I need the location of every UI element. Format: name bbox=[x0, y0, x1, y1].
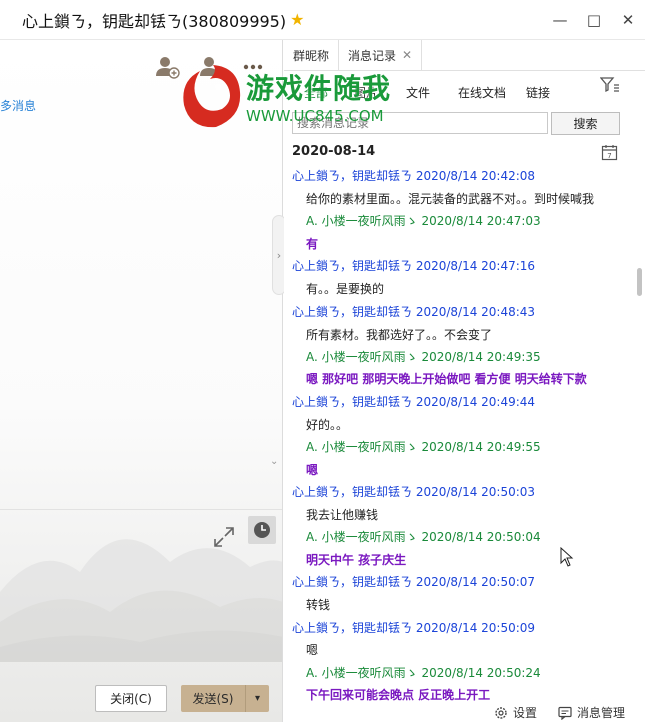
watermark-logo: 游戏件随我 WWW.UC845.COM bbox=[178, 57, 418, 147]
window-controls: — □ ✕ bbox=[543, 0, 645, 40]
minimize-button[interactable]: — bbox=[543, 0, 577, 40]
expand-icon[interactable] bbox=[211, 524, 237, 550]
message-body: 我去让他赚钱 bbox=[306, 508, 379, 522]
collapse-chevron-icon[interactable]: ⌄ bbox=[270, 456, 278, 467]
bottom-toolbar: 设置 消息管理 bbox=[284, 700, 645, 722]
mouse-cursor-icon bbox=[560, 547, 574, 567]
star-icon[interactable]: ★ bbox=[290, 10, 304, 29]
message-sender: 心上鎖ㄋ，钥匙却铥ㄋ 2020/8/14 20:50:07 bbox=[292, 575, 536, 589]
message-sender: A. 小楼一夜听风雨ゝ 2020/8/14 20:47:03 bbox=[306, 214, 541, 228]
message-sender: A. 小楼一夜听风雨ゝ 2020/8/14 20:49:35 bbox=[306, 350, 541, 364]
message-sender: 心上鎖ㄋ，钥匙却铥ㄋ 2020/8/14 20:47:16 bbox=[292, 259, 536, 273]
message-sender: A. 小楼一夜听风雨ゝ 2020/8/14 20:50:24 bbox=[306, 666, 541, 680]
chat-bubble-icon bbox=[558, 706, 572, 720]
maximize-button[interactable]: □ bbox=[577, 0, 611, 40]
message-body: 有 bbox=[306, 237, 319, 251]
send-button[interactable]: 发送(S) ▾ bbox=[181, 685, 269, 712]
dragon-logo-icon bbox=[183, 65, 241, 128]
message-body: 给你的素材里面。。混元装备的武器不对。。到时候喊我 bbox=[306, 192, 595, 206]
message-body: 明天中午 孩子庆生 bbox=[306, 553, 407, 567]
close-window-button[interactable]: ✕ bbox=[611, 0, 645, 40]
message-sender: 心上鎖ㄋ，钥匙却铥ㄋ 2020/8/14 20:49:44 bbox=[292, 395, 536, 409]
mountain-background bbox=[0, 539, 282, 662]
history-clock-icon[interactable] bbox=[248, 516, 276, 544]
message-sender: 心上鎖ㄋ，钥匙却铥ㄋ 2020/8/14 20:42:08 bbox=[292, 169, 536, 183]
add-member-icon[interactable] bbox=[154, 54, 180, 80]
settings-button[interactable]: 设置 bbox=[494, 704, 537, 721]
message-manager-label: 消息管理 bbox=[577, 706, 626, 720]
message-body: 嗯 bbox=[306, 643, 319, 657]
close-button[interactable]: 关闭(C) bbox=[95, 685, 167, 712]
more-messages-link[interactable]: 多消息 bbox=[0, 97, 36, 114]
message-sender: A. 小楼一夜听风雨ゝ 2020/8/14 20:49:55 bbox=[306, 440, 541, 454]
message-sender: A. 小楼一夜听风雨ゝ 2020/8/14 20:50:04 bbox=[306, 530, 541, 544]
watermark-url: WWW.UC845.COM bbox=[246, 107, 384, 125]
title-bar: 心上鎖ㄋ，钥匙却铥ㄋ(380809995) ★ — □ ✕ bbox=[0, 0, 645, 40]
gear-icon bbox=[495, 706, 507, 719]
window-title: 心上鎖ㄋ，钥匙却铥ㄋ(380809995) bbox=[22, 11, 287, 31]
message-sender: 心上鎖ㄋ，钥匙却铥ㄋ 2020/8/14 20:50:09 bbox=[292, 621, 536, 635]
message-sender: 心上鎖ㄋ，钥匙却铥ㄋ 2020/8/14 20:50:03 bbox=[292, 485, 536, 499]
scrollbar-thumb[interactable] bbox=[637, 268, 642, 296]
message-body: 所有素材。我都选好了。。不会变了 bbox=[306, 328, 493, 342]
message-manager-button[interactable]: 消息管理 bbox=[558, 704, 625, 721]
message-body: 嗯 bbox=[306, 463, 319, 477]
settings-label: 设置 bbox=[513, 706, 538, 720]
message-body: 转钱 bbox=[306, 598, 331, 612]
watermark-title: 游戏件随我 bbox=[246, 72, 392, 105]
send-label: 发送(S) bbox=[192, 692, 234, 706]
message-body: 好的。。 bbox=[306, 418, 349, 432]
message-sender: 心上鎖ㄋ，钥匙却铥ㄋ 2020/8/14 20:48:43 bbox=[292, 305, 536, 319]
send-options-chevron-icon[interactable]: ▾ bbox=[245, 685, 269, 712]
input-divider bbox=[0, 509, 282, 510]
message-body: 嗯 那好吧 那明天晚上开始做吧 看方便 明天给转下款 bbox=[306, 372, 587, 386]
message-body: 有。。是要换的 bbox=[306, 282, 385, 296]
